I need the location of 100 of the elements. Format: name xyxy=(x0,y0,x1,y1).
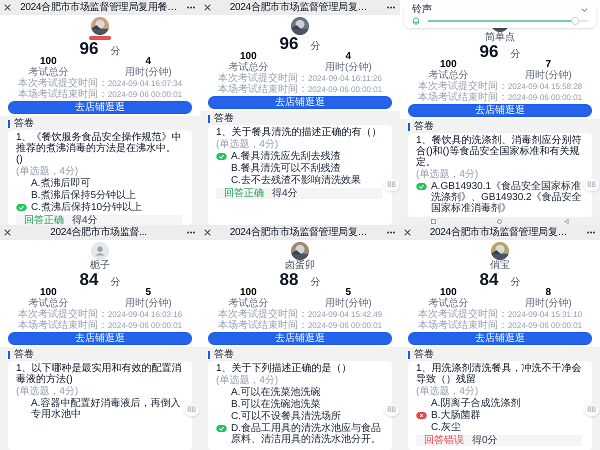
close-icon[interactable] xyxy=(404,229,411,236)
total-score: 100 xyxy=(240,288,257,298)
volume-slider[interactable] xyxy=(428,17,588,25)
duration: 4 xyxy=(146,57,152,67)
answer-option[interactable]: B.大肠菌群 xyxy=(431,410,480,421)
answer-option[interactable]: A.餐具清洗应先刮去残渣 xyxy=(231,151,340,162)
answer-option[interactable]: A.可以在洗菜池洗碗 xyxy=(231,387,320,398)
section-title: 答卷 xyxy=(214,349,234,360)
answer-option[interactable]: B.餐具清洗可以不刮残渣 xyxy=(231,163,340,174)
section-title: 答卷 xyxy=(14,118,34,129)
total-score: 100 xyxy=(240,52,257,62)
answer-option[interactable]: D.食品工用具的清洗水池应与食品原料、清洁用具的清洗水池分开。 xyxy=(231,423,382,445)
answer-option[interactable]: C.煮沸后保持10分钟以上 xyxy=(31,202,142,213)
user-name: 栀子 xyxy=(90,260,110,271)
time-label: 本次考试提交时间： xyxy=(218,73,308,84)
total-label: 考试总分 xyxy=(28,67,68,78)
window-title: 2024合肥市市场监督管理局复… xyxy=(228,2,368,13)
section-title: 答卷 xyxy=(414,349,434,360)
answer-option[interactable]: A.煮沸后即可 xyxy=(31,178,90,189)
answer-option[interactable]: A.GB14930.1《食品安全国家标准洗涤剂》、GB14930.2《食品安全国家标准消毒剂》 xyxy=(431,181,582,214)
answer-option[interactable]: A.容器中配置好消毒液后，再倒入专用水池中 xyxy=(31,398,182,420)
shop-button[interactable]: 去店铺逛逛 xyxy=(208,96,392,109)
result-status: 回答错误 xyxy=(424,435,464,446)
result-status: 回答正确 xyxy=(24,215,64,225)
answer-option[interactable]: C.可以不设餐具清洗场所 xyxy=(231,411,341,422)
total-label: 考试总分 xyxy=(428,298,468,309)
shop-button[interactable]: 去店铺逛逛 xyxy=(408,332,592,345)
time-label: 本场考试结束时间： xyxy=(218,320,308,331)
close-icon[interactable] xyxy=(4,4,11,11)
section-marker xyxy=(8,350,10,358)
time-value: 2024-09-06 00:00:01 xyxy=(108,89,182,100)
duration-label: 用时(分钟) xyxy=(524,70,572,81)
score-unit: 分 xyxy=(110,46,120,57)
shop-button[interactable]: 去店铺逛逛 xyxy=(8,101,192,114)
shop-button[interactable]: 去店铺逛逛 xyxy=(208,332,392,345)
score-unit: 分 xyxy=(110,277,120,288)
answer-option[interactable]: C.去不去残渣不影响清洗效果 xyxy=(231,175,361,186)
close-icon[interactable] xyxy=(4,229,11,236)
duration-label: 用时(分钟) xyxy=(324,298,372,309)
time-value: 2024-09-04 15:42:49 xyxy=(308,309,382,320)
section-marker xyxy=(208,350,210,358)
window-title: 2024合肥市市场监督管理局复… xyxy=(228,227,368,238)
duration: 4 xyxy=(346,52,352,62)
answer-option[interactable]: A.阴离子合成洗涤剂 xyxy=(431,398,520,409)
answer-option[interactable]: C.灰尘 xyxy=(431,422,461,433)
more-icon[interactable] xyxy=(186,231,196,234)
answer-option[interactable]: B.可以在洗碗池洗菜 xyxy=(231,399,320,410)
question-text: 1、以下哪种是最实用和有效的配置消毒液的方法() xyxy=(16,363,182,385)
score: 84 xyxy=(480,271,498,288)
question-text: 1、关于下列描述正确的是（） xyxy=(216,363,353,374)
score: 96 xyxy=(280,35,298,52)
section-marker xyxy=(8,120,10,128)
time-label: 本场考试结束时间： xyxy=(18,89,108,100)
question-meta: (单选题，4分) xyxy=(416,169,480,180)
close-icon[interactable] xyxy=(204,4,211,11)
user-name: 简单点 xyxy=(485,32,515,43)
section-title: 答卷 xyxy=(414,121,434,132)
question-meta: (单选题，4分) xyxy=(216,375,280,386)
more-icon[interactable] xyxy=(586,231,596,234)
shop-button[interactable]: 去店铺逛逛 xyxy=(8,332,192,345)
time-label: 本次考试提交时间： xyxy=(18,309,108,320)
more-icon[interactable] xyxy=(186,6,196,9)
time-value: 2024-09-06 00:00:01 xyxy=(308,84,382,95)
more-icon[interactable] xyxy=(386,231,396,234)
score: 96 xyxy=(480,43,498,60)
duration-label: 用时(分钟) xyxy=(324,62,372,73)
section-marker xyxy=(408,122,410,130)
section-marker xyxy=(208,114,210,122)
question-text: 1、餐饮具的洗涤剂、消毒剂应分别符合()和()等食品安全国家标准和有关规定。 xyxy=(416,135,582,168)
duration-label: 用时(分钟) xyxy=(124,298,172,309)
answer-option[interactable]: B.煮沸后保持5分钟以上 xyxy=(31,190,136,201)
more-icon[interactable] xyxy=(386,6,396,9)
time-value: 2024-09-04 16:11:26 xyxy=(308,73,382,84)
duration: 5 xyxy=(146,288,152,298)
time-value: 2024-09-04 15:58:28 xyxy=(508,81,582,92)
shop-button[interactable]: 去店铺逛逛 xyxy=(408,104,592,117)
section-title: 答卷 xyxy=(214,113,234,124)
user-name: 俏宝 xyxy=(490,260,510,271)
score-unit: 分 xyxy=(510,277,520,288)
time-label: 本次考试提交时间： xyxy=(18,78,108,89)
question-meta: (单选题，4分) xyxy=(16,386,80,397)
total-label: 考试总分 xyxy=(28,298,68,309)
close-icon[interactable] xyxy=(204,229,211,236)
time-label: 本场考试结束时间： xyxy=(218,84,308,95)
time-label: 本次考试提交时间： xyxy=(418,81,508,92)
result-points: 得0分 xyxy=(472,435,498,446)
total-score: 100 xyxy=(40,57,57,67)
time-value: 2024-09-04 15:31:10 xyxy=(508,309,582,320)
question-meta: (单选题，4分) xyxy=(216,139,280,150)
total-score: 100 xyxy=(40,288,57,298)
time-label: 本次考试提交时间： xyxy=(418,309,508,320)
total-label: 考试总分 xyxy=(228,298,268,309)
score-unit: 分 xyxy=(310,41,320,52)
time-value: 2024-09-06 00:00:01 xyxy=(508,320,582,331)
total-score: 100 xyxy=(440,288,457,298)
score-unit: 分 xyxy=(510,49,520,60)
bell-icon xyxy=(412,17,420,25)
result-points: 得4分 xyxy=(272,188,298,199)
chevron-down-icon[interactable] xyxy=(581,8,588,12)
score: 84 xyxy=(80,271,98,288)
